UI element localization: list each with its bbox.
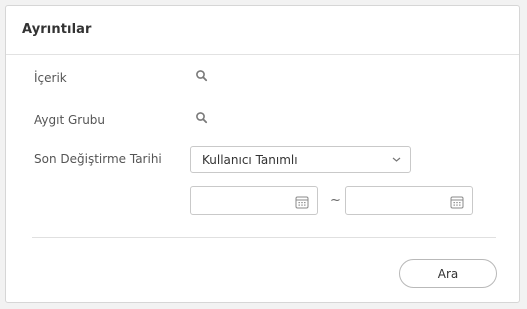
start-date-input[interactable]	[197, 192, 287, 209]
divider	[32, 237, 496, 238]
content-search-button[interactable]	[194, 68, 210, 84]
content-label: İçerik	[34, 71, 67, 85]
last-modified-label: Son Değiştirme Tarihi	[34, 152, 162, 166]
date-range-select[interactable]: Kullanıcı Tanımlı	[190, 146, 411, 173]
date-range-separator: ~	[330, 193, 341, 208]
device-group-search-button[interactable]	[194, 110, 210, 126]
device-group-label: Aygıt Grubu	[34, 113, 106, 127]
search-button[interactable]: Ara	[399, 259, 497, 288]
calendar-icon	[450, 196, 464, 209]
start-date-calendar-button[interactable]	[295, 194, 309, 209]
panel-header: Ayrıntılar	[6, 6, 519, 55]
details-panel: Ayrıntılar İçerik Aygıt Grubu Son Değişt…	[5, 5, 520, 303]
end-date-input[interactable]	[352, 192, 442, 209]
end-date-field	[345, 186, 473, 215]
panel-title: Ayrıntılar	[22, 22, 92, 37]
end-date-calendar-button[interactable]	[450, 194, 464, 209]
calendar-icon	[295, 196, 309, 209]
chevron-down-icon	[392, 157, 401, 162]
date-range-select-value: Kullanıcı Tanımlı	[202, 153, 298, 167]
search-icon	[196, 112, 208, 124]
search-icon	[196, 70, 208, 82]
start-date-field	[190, 186, 318, 215]
